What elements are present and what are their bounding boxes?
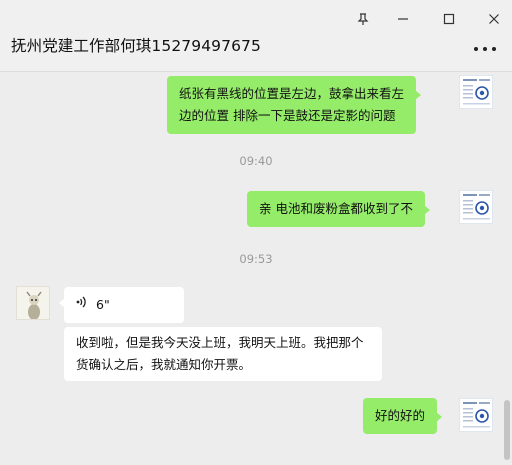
- avatar-me[interactable]: [459, 398, 493, 432]
- chat-title: 抚州党建工作部何琪15279497675: [11, 37, 261, 55]
- avatar-me[interactable]: [459, 75, 493, 109]
- pin-icon[interactable]: [352, 9, 374, 29]
- message-text: 货确认之后，我就通知你开票。: [76, 357, 252, 372]
- close-icon[interactable]: [483, 9, 505, 29]
- message-text: 亲 电池和废粉盒都收到了不: [259, 201, 413, 216]
- title-bar: 抚州党建工作部何琪15279497675: [0, 0, 512, 72]
- voice-duration: 6": [96, 297, 110, 312]
- avatar-me[interactable]: [459, 190, 493, 224]
- maximize-icon[interactable]: [438, 9, 460, 29]
- more-dots-icon[interactable]: [474, 44, 496, 54]
- message-bubble-sent[interactable]: 纸张有黑线的位置是左边，鼓拿出来看左 边的位置 排除一下是鼓还是定影的问题: [167, 76, 422, 134]
- voice-wave-icon: [76, 294, 88, 316]
- timestamp: 09:53: [239, 252, 273, 266]
- scrollbar[interactable]: [504, 400, 510, 460]
- voice-message-bubble[interactable]: 6": [59, 287, 184, 323]
- timestamp: 09:40: [239, 154, 273, 168]
- message-text: 边的位置 排除一下是鼓还是定影的问题: [179, 108, 396, 123]
- message-bubble-received[interactable]: 收到啦，但是我今天没上班，我明天上班。我把那个 货确认之后，我就通知你开票。: [64, 327, 382, 381]
- message-text: 收到啦，但是我今天没上班，我明天上班。我把那个: [76, 335, 364, 350]
- message-bubble-sent[interactable]: 好的好的: [363, 398, 443, 434]
- message-text: 好的好的: [375, 408, 426, 423]
- message-text: 纸张有黑线的位置是左边，鼓拿出来看左: [179, 86, 405, 101]
- avatar-contact[interactable]: [16, 286, 50, 320]
- message-bubble-sent[interactable]: 亲 电池和废粉盒都收到了不: [247, 191, 430, 227]
- minimize-icon[interactable]: [392, 9, 414, 29]
- chat-messages[interactable]: 纸张有黑线的位置是左边，鼓拿出来看左 边的位置 排除一下是鼓还是定影的问题 09…: [0, 73, 512, 465]
